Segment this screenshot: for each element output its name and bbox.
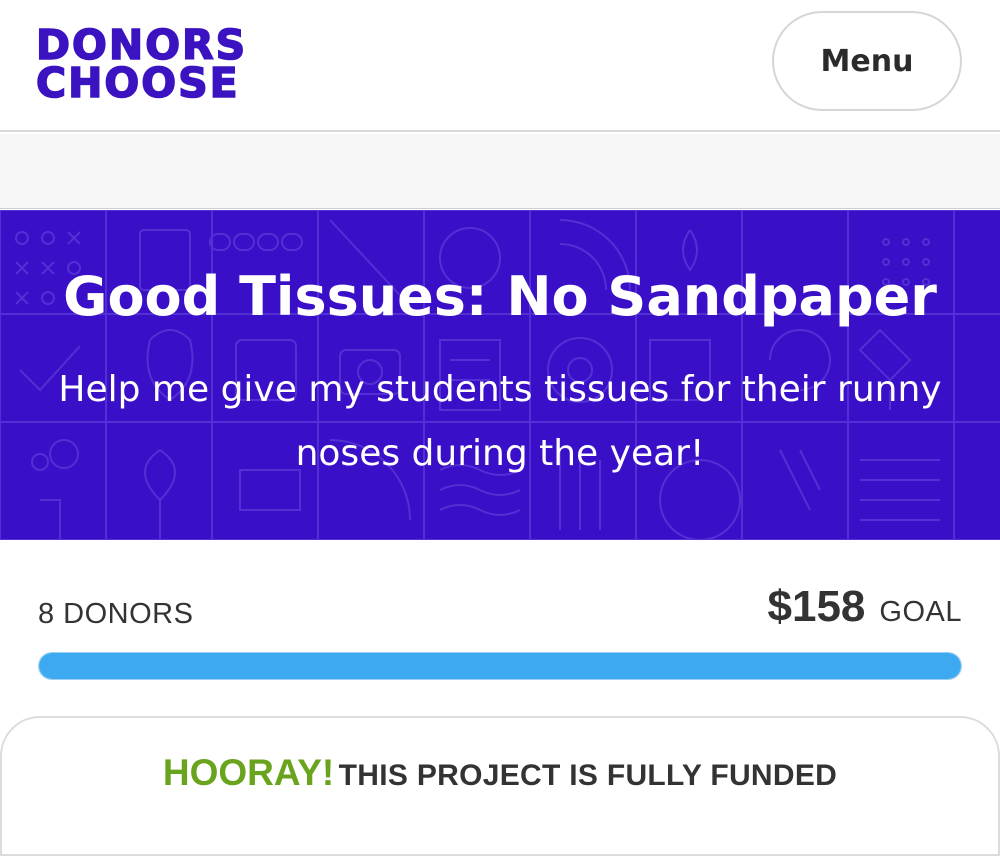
funding-progress-bar	[38, 652, 962, 680]
fully-funded-message: THIS PROJECT IS FULLY FUNDED	[338, 759, 838, 792]
header-spacer-band	[0, 134, 1000, 209]
hooray-label: HOORAY!	[162, 752, 335, 793]
donorschoose-logo[interactable]: DONORS CHOOSE	[35, 24, 266, 107]
funded-status-line: HOORAY! THIS PROJECT IS FULLY FUNDED	[0, 752, 1000, 794]
menu-button[interactable]: Menu	[772, 11, 962, 111]
goal-amount: $158	[767, 582, 866, 631]
site-header: DONORS CHOOSE Menu	[0, 0, 1000, 132]
goal-summary: $158 GOAL	[768, 582, 962, 632]
goal-label: GOAL	[879, 596, 962, 628]
logo-line-choose: CHOOSE	[35, 59, 240, 107]
donors-count: 8 DONORS	[38, 598, 194, 630]
project-hero-banner: Good Tissues: No Sandpaper Help me give …	[0, 210, 1000, 540]
project-title: Good Tissues: No Sandpaper	[63, 265, 937, 328]
project-subtitle: Help me give my students tissues for the…	[58, 369, 942, 474]
funding-progress-fill	[39, 653, 961, 679]
